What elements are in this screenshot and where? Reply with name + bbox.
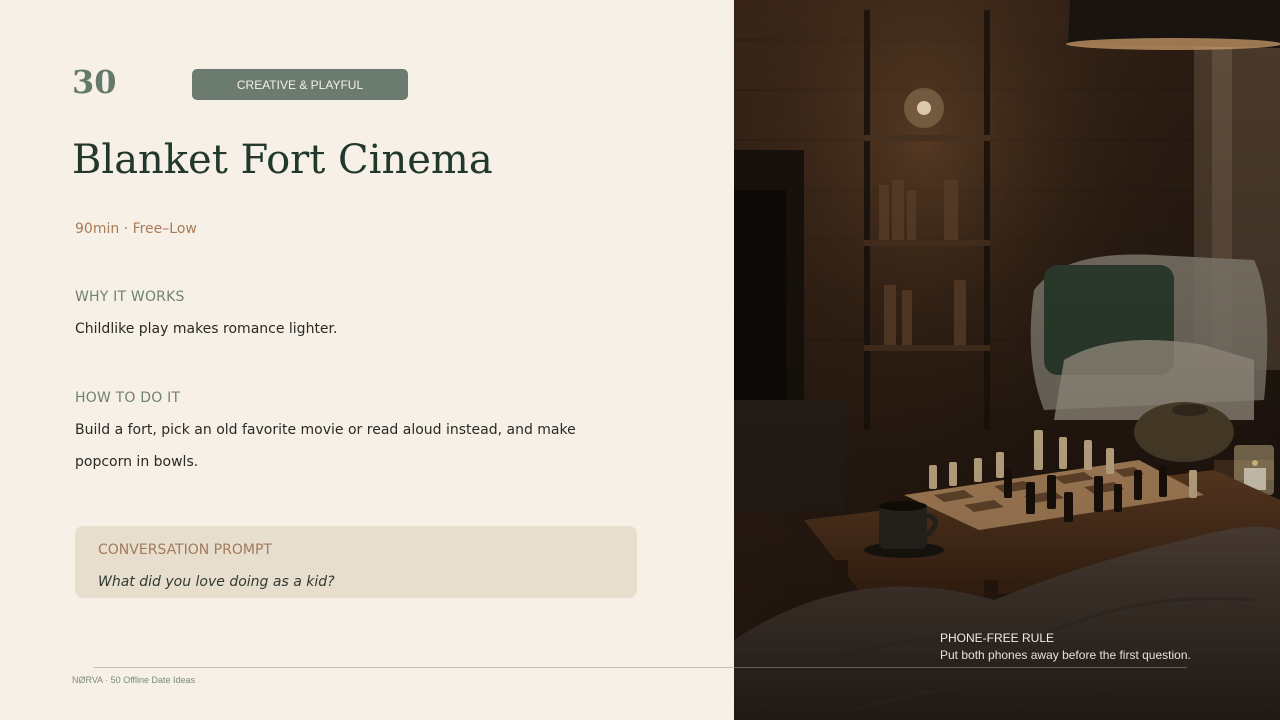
category-badge: CREATIVE & PLAYFUL bbox=[192, 69, 408, 100]
conversation-prompt-label: CONVERSATION PROMPT bbox=[98, 542, 272, 558]
card-number: 30 bbox=[72, 63, 117, 101]
left-panel: 30 CREATIVE & PLAYFUL Blanket Fort Cinem… bbox=[0, 0, 734, 720]
cabin-illustration bbox=[734, 0, 1280, 720]
footer-divider bbox=[94, 667, 1187, 668]
footer-brand: NØRVA · 50 Offline Date Ideas bbox=[72, 675, 196, 685]
why-it-works-text: Childlike play makes romance lighter. bbox=[75, 321, 338, 337]
conversation-prompt-text: What did you love doing as a kid? bbox=[98, 574, 335, 590]
why-it-works-label: WHY IT WORKS bbox=[75, 289, 185, 305]
how-to-do-it-label: HOW TO DO IT bbox=[75, 390, 181, 406]
conversation-prompt-card: CONVERSATION PROMPT What did you love do… bbox=[75, 526, 637, 598]
phone-free-rule-text: Put both phones away before the first qu… bbox=[940, 648, 1191, 662]
duration-cost-meta: 90min · Free–Low bbox=[75, 221, 197, 237]
page-title: Blanket Fort Cinema bbox=[72, 137, 493, 183]
how-to-do-it-text: Build a fort, pick an old favorite movie… bbox=[75, 422, 576, 470]
cabin-photo bbox=[734, 0, 1280, 720]
phone-free-rule-title: PHONE-FREE RULE bbox=[940, 631, 1055, 645]
